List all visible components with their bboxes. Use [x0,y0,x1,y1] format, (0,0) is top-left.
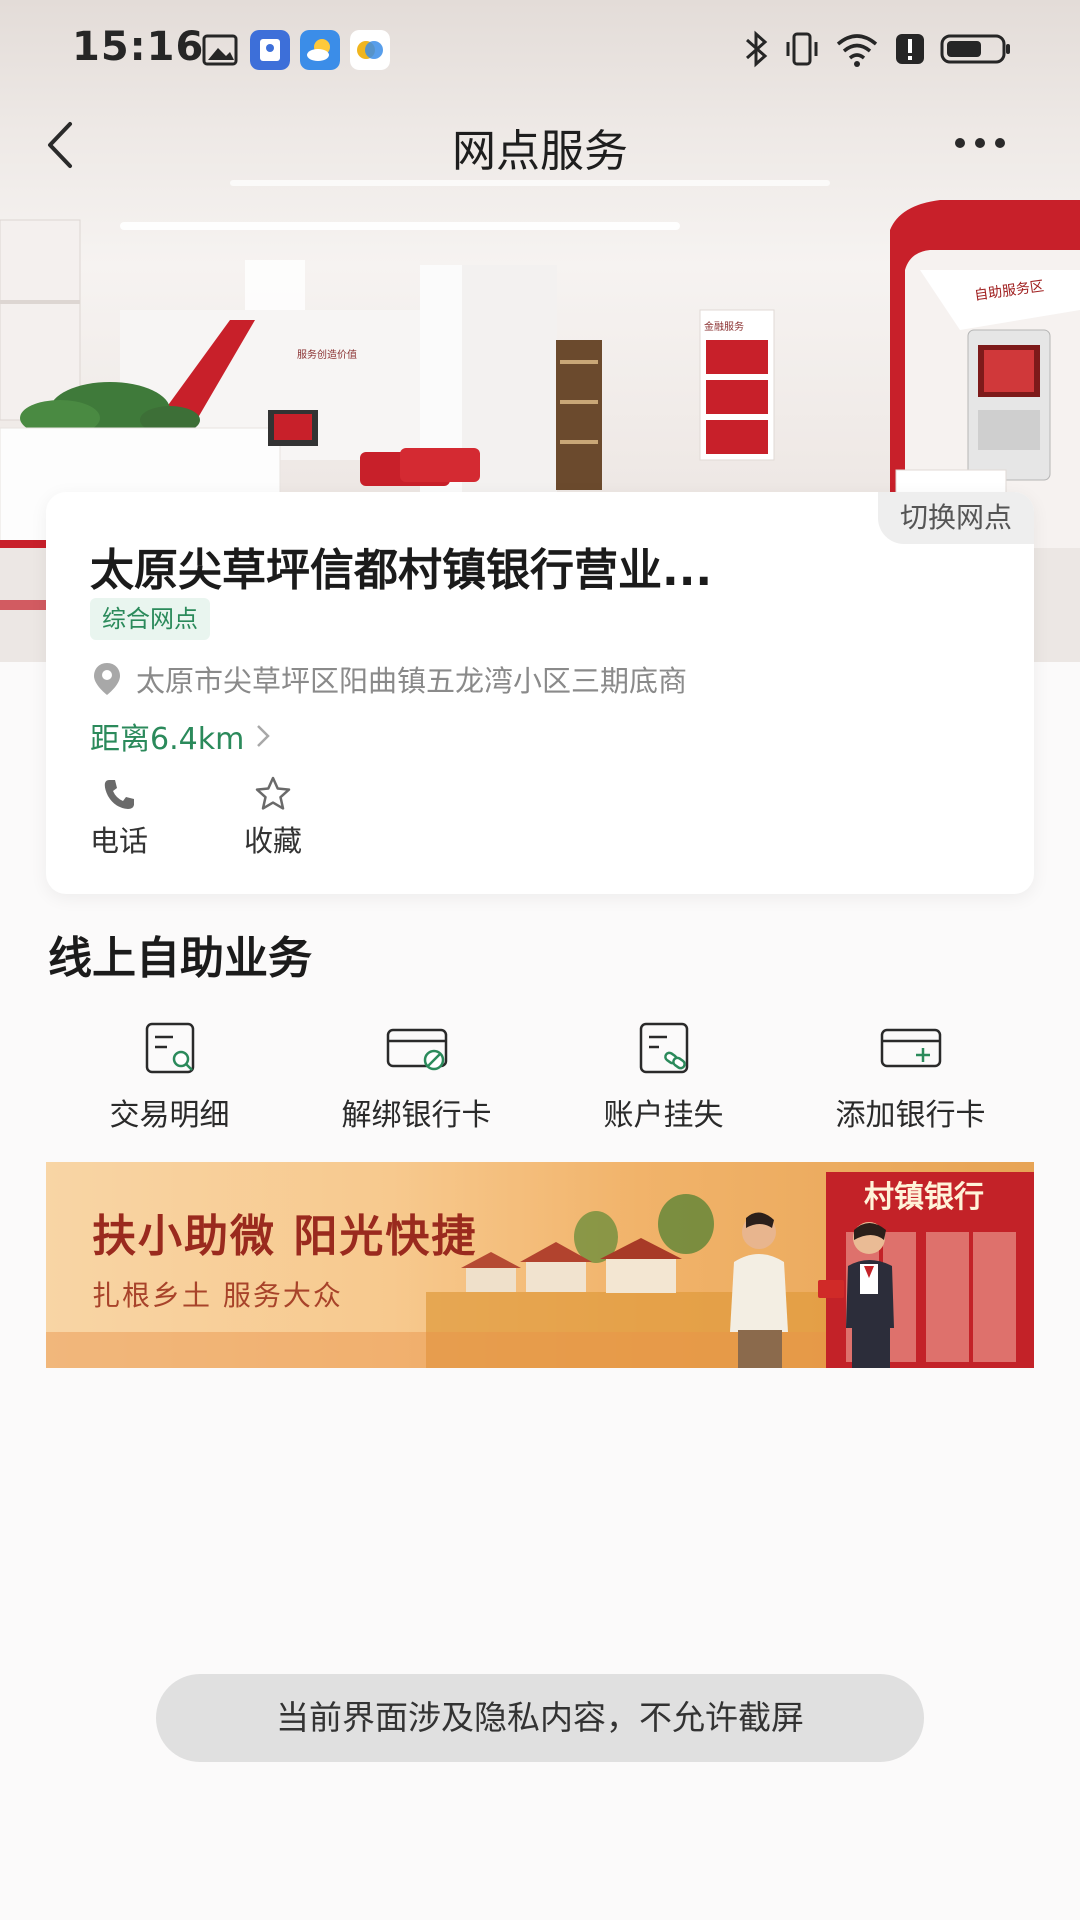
promo-banner[interactable]: 村镇银行 扶小助微 阳光快捷 扎根乡土 服务大众 [46,1162,1034,1368]
location-pin-icon [94,663,120,695]
screenshot-blocked-toast: 当前界面涉及隐私内容，不允许截屏 [156,1674,924,1762]
bank-sign-text: 村镇银行 [864,1180,984,1215]
wifi-icon [836,34,878,67]
wall-sign-text: 服务创造价值 [297,348,357,361]
unbind-card-icon [386,1028,447,1071]
service-report-loss[interactable]: 账户挂失 [540,1020,787,1142]
service-label: 添加银行卡 [835,1098,986,1133]
call-action[interactable]: 电话 [90,774,148,860]
vibrate-icon [786,32,818,66]
alert-icon [896,34,924,64]
banner-illustration: 村镇银行 [46,1172,1034,1368]
notification-icons [200,30,390,70]
branch-type-badge: 综合网点 [90,598,210,640]
branch-address: 太原市尖草坪区阳曲镇五龙湾小区三期底商 [136,664,688,698]
service-unbind-card[interactable]: 解绑银行卡 [293,1020,540,1142]
online-services-title: 线上自助业务 [48,933,312,984]
service-label: 账户挂失 [603,1098,724,1133]
status-bar: 15:16 [0,0,1080,100]
branch-actions: 电话 收藏 [90,774,302,860]
service-label: 解绑银行卡 [341,1098,492,1133]
branch-distance-link[interactable]: 距离6.4km [90,714,280,758]
chevron-right-icon [257,725,271,747]
add-card-icon [880,1028,941,1068]
service-transaction-detail[interactable]: 交易明细 [46,1020,293,1142]
browser-notification-icon [350,30,390,70]
report-loss-icon [639,1022,688,1074]
system-status-icons [744,30,1012,68]
cabinet-sign-text: 金融服务 [704,320,744,333]
app-notification-icon [250,30,290,70]
weather-notification-icon [300,30,340,70]
branch-name: 太原尖草坪信都村镇银行营业... [90,545,713,596]
more-options-icon[interactable] [950,128,1010,158]
transaction-detail-icon [145,1022,194,1074]
bluetooth-icon [746,30,768,68]
star-icon [255,776,291,810]
call-label: 电话 [90,824,149,858]
branch-address-row: 太原市尖草坪区阳曲镇五龙湾小区三期底商 [90,658,687,700]
branch-distance: 距离6.4km [90,722,245,757]
status-time: 15:16 [72,24,205,70]
switch-branch-button[interactable]: 切换网点 [877,492,1034,544]
banner-subline: 扎根乡土 服务大众 [92,1279,343,1312]
favorite-label: 收藏 [244,824,303,858]
online-services-grid: 交易明细 解绑银行卡 账户挂失 添加银行卡 [46,1020,1034,1142]
branch-info-card: 切换网点 太原尖草坪信都村镇银行营业... 综合网点 太原市尖草坪区阳曲镇五龙湾… [46,492,1034,894]
service-label: 交易明细 [109,1098,230,1133]
branch-service-page: 服务创造价值 金融服务 自助服务区 15:16 网点服务 切换网点 太原尖草坪信… [0,0,1080,1920]
favorite-action[interactable]: 收藏 [244,774,302,860]
banner-headline: 扶小助微 阳光快捷 [92,1211,478,1262]
gallery-notification-icon [202,34,238,66]
phone-icon [104,780,134,809]
battery-icon [940,34,1010,64]
page-title: 网点服务 [452,126,628,177]
service-add-card[interactable]: 添加银行卡 [787,1020,1034,1142]
